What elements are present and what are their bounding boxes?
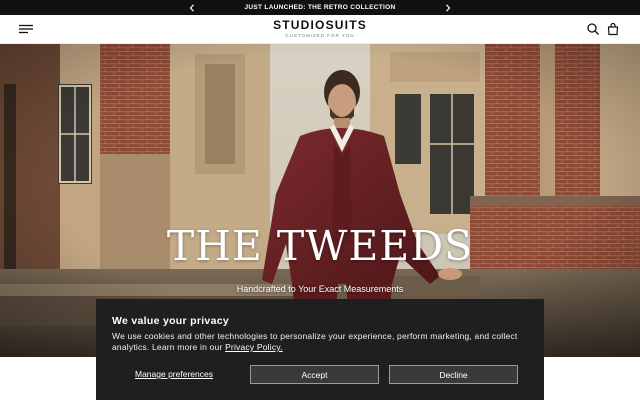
- hero-subtitle: Handcrafted to Your Exact Measurements: [236, 284, 404, 294]
- cookie-body-text: We use cookies and other technologies to…: [112, 331, 518, 352]
- announcement-bar: JUST LAUNCHED: THE RETRO COLLECTION: [0, 0, 640, 15]
- accept-button[interactable]: Accept: [250, 365, 379, 384]
- brand-tagline: CUSTOMIZED FOR YOU: [285, 33, 355, 38]
- search-icon: [587, 23, 599, 35]
- chevron-left-icon: [189, 3, 194, 12]
- privacy-policy-link[interactable]: Privacy Policy.: [225, 342, 283, 352]
- manage-preferences-link[interactable]: Manage preferences: [135, 369, 213, 379]
- announcement-prev-button[interactable]: [184, 0, 200, 15]
- cookie-consent-banner: We value your privacy We use cookies and…: [96, 299, 544, 400]
- cookie-body: We use cookies and other technologies to…: [112, 331, 532, 353]
- announcement-next-button[interactable]: [440, 0, 456, 15]
- announcement-text[interactable]: JUST LAUNCHED: THE RETRO COLLECTION: [245, 4, 396, 11]
- decline-button[interactable]: Decline: [389, 365, 518, 384]
- hero-title: THE TWEEDS: [166, 222, 474, 270]
- search-button[interactable]: [586, 22, 600, 36]
- brand-logo[interactable]: STUDIOSUITS CUSTOMIZED FOR YOU: [0, 19, 640, 39]
- shopping-bag-icon: [607, 22, 619, 36]
- brand-name: STUDIOSUITS: [273, 18, 367, 32]
- chevron-right-icon: [446, 3, 451, 12]
- cart-button[interactable]: [606, 22, 620, 36]
- page: JUST LAUNCHED: THE RETRO COLLECTION STUD…: [0, 0, 640, 400]
- cookie-title: We value your privacy: [112, 315, 229, 327]
- site-header: STUDIOSUITS CUSTOMIZED FOR YOU: [0, 15, 640, 44]
